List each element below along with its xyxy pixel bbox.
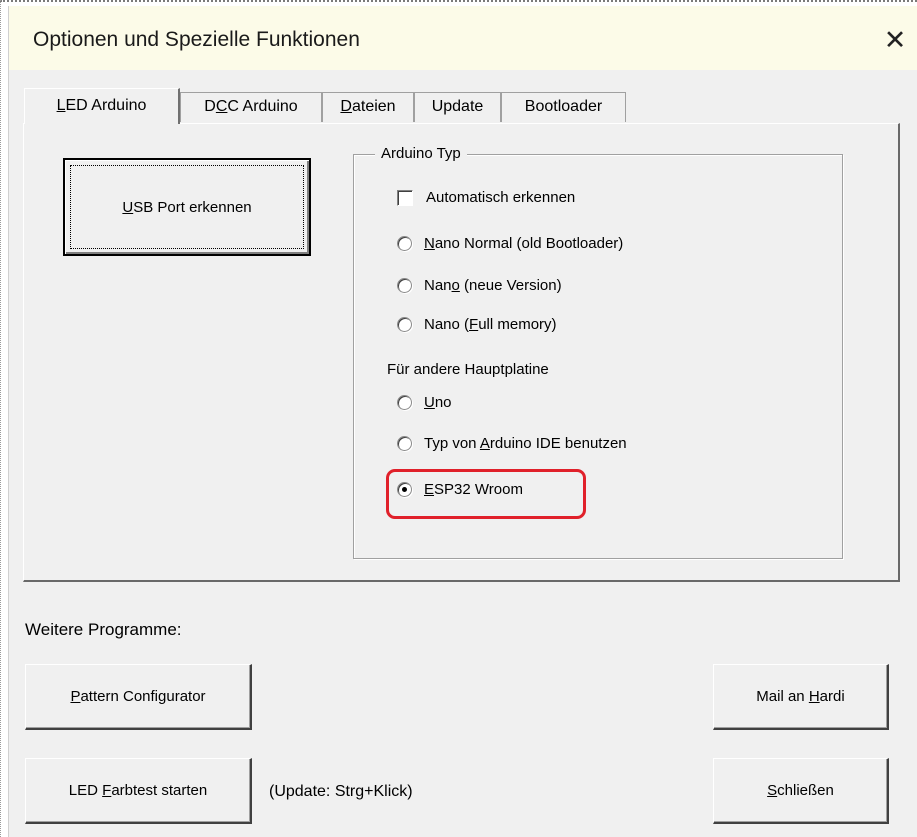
arduino-type-legend: Arduino Typ [375,145,467,162]
radio-nano-neue-version[interactable]: Nano (neue Version) [397,277,562,294]
radio-label: Nano (neue Version) [424,277,562,294]
radio-button[interactable] [397,317,412,332]
radio-nano-full-memory[interactable]: Nano (Full memory) [397,316,557,333]
pattern-configurator-button[interactable]: Pattern Configurator [25,664,252,730]
close-button[interactable]: Schließen [713,758,889,824]
tab-dcc-arduino[interactable]: DCC Arduino [180,92,322,122]
led-farbtest-button[interactable]: LED Farbtest starten [25,758,252,824]
tab-bootloader[interactable]: Bootloader [501,92,626,122]
other-board-label: Für andere Hauptplatine [387,361,549,378]
options-dialog: Optionen und Spezielle Funktionen ✕ LED … [8,6,917,837]
radio-button[interactable] [397,436,412,451]
radio-button[interactable] [397,236,412,251]
usb-port-detect-button[interactable]: USB Port erkennen [63,158,311,256]
radio-label: Nano (Full memory) [424,316,557,333]
tab-dateien[interactable]: Dateien [322,92,414,122]
radio-arduino-ide-type[interactable]: Typ von Arduino IDE benutzen [397,435,627,452]
mail-an-hardi-button[interactable]: Mail an Hardi [713,664,889,730]
auto-detect-label: Automatisch erkennen [426,189,576,206]
more-programs-label: Weitere Programme: [25,620,182,639]
update-hint-label: (Update: Strg+Klick) [269,783,413,800]
close-icon[interactable]: ✕ [875,20,915,60]
radio-uno[interactable]: Uno [397,394,452,411]
radio-label: Nano Normal (old Bootloader) [424,235,624,252]
radio-nano-normal[interactable]: Nano Normal (old Bootloader) [397,235,623,252]
highlight-annotation [386,469,586,519]
checkbox-box[interactable] [397,189,413,206]
radio-label: Typ von Arduino IDE benutzen [424,435,627,452]
title-bar: Optionen und Spezielle Funktionen ✕ [9,6,917,70]
window-title: Optionen und Spezielle Funktionen [33,28,360,51]
radio-label: Uno [424,394,452,411]
auto-detect-checkbox[interactable]: Automatisch erkennen [397,189,575,206]
tab-update[interactable]: Update [414,92,501,122]
radio-button[interactable] [397,395,412,410]
radio-button[interactable] [397,278,412,293]
tab-led-arduino[interactable]: LED Arduino [24,88,180,124]
